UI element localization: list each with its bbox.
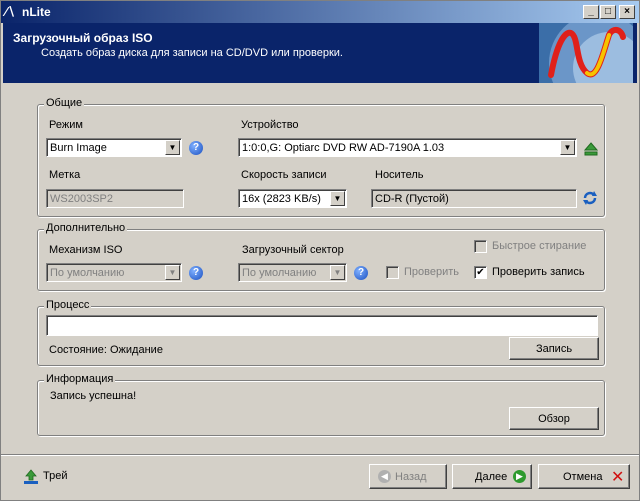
quick-erase-checkbox[interactable] [474, 240, 487, 253]
tray-label: Трей [43, 470, 68, 482]
back-arrow-icon: ◀ [378, 470, 391, 483]
mode-label: Режим [49, 119, 83, 131]
iso-engine-select[interactable]: По умолчанию ▼ [46, 263, 182, 282]
progress-bar [46, 315, 598, 336]
iso-engine-label: Механизм ISO [49, 244, 123, 256]
cancel-label: Отмена [563, 471, 603, 483]
browse-button[interactable]: Обзор [509, 407, 599, 430]
quick-erase-label: Быстрое стирание [492, 240, 587, 252]
write-button[interactable]: Запись [509, 337, 599, 360]
verify-write-label: Проверить запись [492, 266, 585, 278]
verify-checkbox[interactable] [386, 266, 399, 279]
cancel-button[interactable]: Отмена ✕ [538, 464, 630, 489]
advanced-legend: Дополнительно [44, 222, 128, 234]
label-value: WS2003SP2 [50, 193, 113, 205]
page-header: Загрузочный образ ISO Создать образ диск… [3, 23, 637, 83]
chevron-down-icon[interactable]: ▼ [165, 265, 180, 280]
nlite-logo [539, 23, 633, 83]
cancel-x-icon: ✕ [611, 469, 625, 486]
next-arrow-icon: ▶ [513, 470, 526, 483]
mode-help-icon[interactable]: ? [189, 141, 203, 155]
chevron-down-icon[interactable]: ▼ [330, 265, 345, 280]
verify-label: Проверить [404, 266, 460, 278]
info-legend: Информация [44, 373, 116, 385]
general-legend: Общие [44, 97, 85, 109]
page-title: Загрузочный образ ISO [13, 31, 153, 45]
back-button[interactable]: ◀ Назад [369, 464, 447, 489]
nlite-app-icon: ∕∖ [5, 4, 17, 19]
boot-sector-select[interactable]: По умолчанию ▼ [238, 263, 347, 282]
minimize-button[interactable]: _ [583, 5, 599, 19]
next-label: Далее [475, 471, 508, 483]
write-button-label: Запись [535, 343, 573, 355]
tray-icon [24, 469, 38, 484]
device-select[interactable]: 1:0:0,G: Optiarc DVD RW AD-7190A 1.03 ▼ [238, 138, 577, 157]
label-label: Метка [49, 169, 81, 181]
page-subtitle: Создать образ диска для записи на CD/DVD… [41, 47, 343, 59]
speed-value: 16x (2823 KB/s) [242, 193, 321, 205]
refresh-icon[interactable] [582, 190, 598, 206]
next-button[interactable]: Далее ▶ [452, 464, 532, 489]
chevron-down-icon[interactable]: ▼ [165, 140, 180, 155]
footer-separator [1, 454, 639, 456]
device-value: 1:0:0,G: Optiarc DVD RW AD-7190A 1.03 [242, 142, 445, 154]
boot-sector-help-icon[interactable]: ? [354, 266, 368, 280]
back-label: Назад [395, 471, 427, 483]
close-button[interactable]: × [619, 5, 635, 19]
title-bar[interactable]: ∕∖ nLite _ □ × [1, 1, 639, 23]
tray-button[interactable]: Трей [23, 468, 83, 486]
mode-select[interactable]: Burn Image ▼ [46, 138, 182, 157]
nlite-window: ∕∖ nLite _ □ × Загрузочный образ ISO Соз… [0, 0, 640, 501]
verify-write-checkbox[interactable]: ✔ [474, 266, 487, 279]
info-message: Запись успешна! [50, 390, 137, 402]
maximize-button[interactable]: □ [600, 5, 616, 19]
device-label: Устройство [241, 119, 299, 131]
mode-value: Burn Image [50, 142, 107, 154]
boot-sector-value: По умолчанию [242, 267, 317, 279]
label-field[interactable]: WS2003SP2 [46, 189, 184, 208]
browse-button-label: Обзор [538, 413, 570, 425]
iso-engine-help-icon[interactable]: ? [189, 266, 203, 280]
speed-label: Скорость записи [241, 169, 327, 181]
process-legend: Процесс [44, 299, 92, 311]
iso-engine-value: По умолчанию [50, 267, 125, 279]
speed-select[interactable]: 16x (2823 KB/s) ▼ [238, 189, 347, 208]
boot-sector-label: Загрузочный сектор [242, 244, 344, 256]
chevron-down-icon[interactable]: ▼ [330, 191, 345, 206]
eject-icon[interactable] [584, 141, 598, 157]
media-label: Носитель [375, 169, 424, 181]
media-field: CD-R (Пустой) [371, 189, 577, 208]
chevron-down-icon[interactable]: ▼ [560, 140, 575, 155]
media-value: CD-R (Пустой) [375, 193, 449, 205]
process-status: Состояние: Ожидание [49, 344, 163, 356]
window-title: nLite [22, 5, 51, 19]
